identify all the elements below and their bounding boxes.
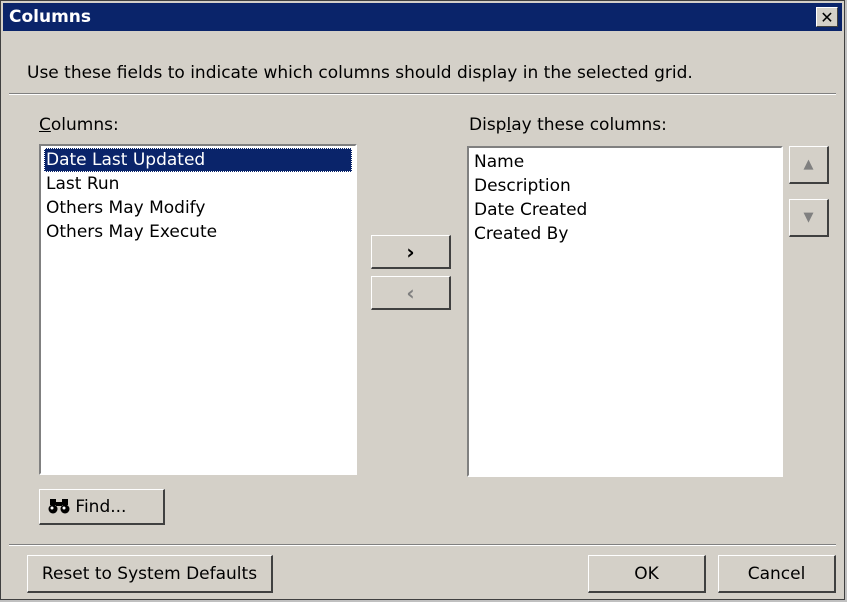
display-columns-label: Display these columns: [469, 115, 667, 135]
close-button[interactable]: ✕ [816, 7, 838, 27]
reset-defaults-button[interactable]: Reset to System Defaults [27, 555, 273, 593]
list-item-display[interactable]: Name [472, 150, 778, 174]
arrow-up-icon: ▲ [803, 157, 814, 172]
columns-label: Columns: [39, 115, 119, 135]
close-icon: ✕ [820, 8, 834, 27]
arrow-down-icon: ▼ [803, 210, 814, 225]
move-down-button[interactable]: ▼ [789, 199, 829, 237]
available-columns-list[interactable]: Date Last Updated Last Run Others May Mo… [39, 144, 357, 475]
bottom-divider [9, 544, 836, 546]
list-item-available[interactable]: Others May Modify [44, 196, 352, 220]
list-item-available[interactable]: Last Run [44, 172, 352, 196]
ok-button[interactable]: OK [588, 555, 706, 593]
binoculars-icon [48, 499, 70, 514]
list-item-available[interactable]: Date Last Updated [44, 148, 352, 172]
list-item-available[interactable]: Others May Execute [44, 220, 352, 244]
cancel-button[interactable]: Cancel [718, 555, 836, 593]
add-column-button[interactable]: › [371, 235, 451, 269]
list-item-display[interactable]: Description [472, 174, 778, 198]
move-up-button[interactable]: ▲ [789, 146, 829, 184]
title-bar: Columns ✕ [3, 3, 842, 31]
top-divider [9, 93, 836, 95]
list-item-display[interactable]: Date Created [472, 198, 778, 222]
instructions-text: Use these fields to indicate which colum… [27, 63, 693, 83]
remove-column-button[interactable]: ‹ [371, 276, 451, 310]
columns-dialog: Columns ✕ Use these fields to indicate w… [0, 0, 845, 600]
display-columns-list[interactable]: Name Description Date Created Created By [467, 146, 783, 477]
dialog-title: Columns [9, 7, 92, 27]
list-item-display[interactable]: Created By [472, 222, 778, 246]
find-button[interactable]: Find... [39, 489, 165, 525]
